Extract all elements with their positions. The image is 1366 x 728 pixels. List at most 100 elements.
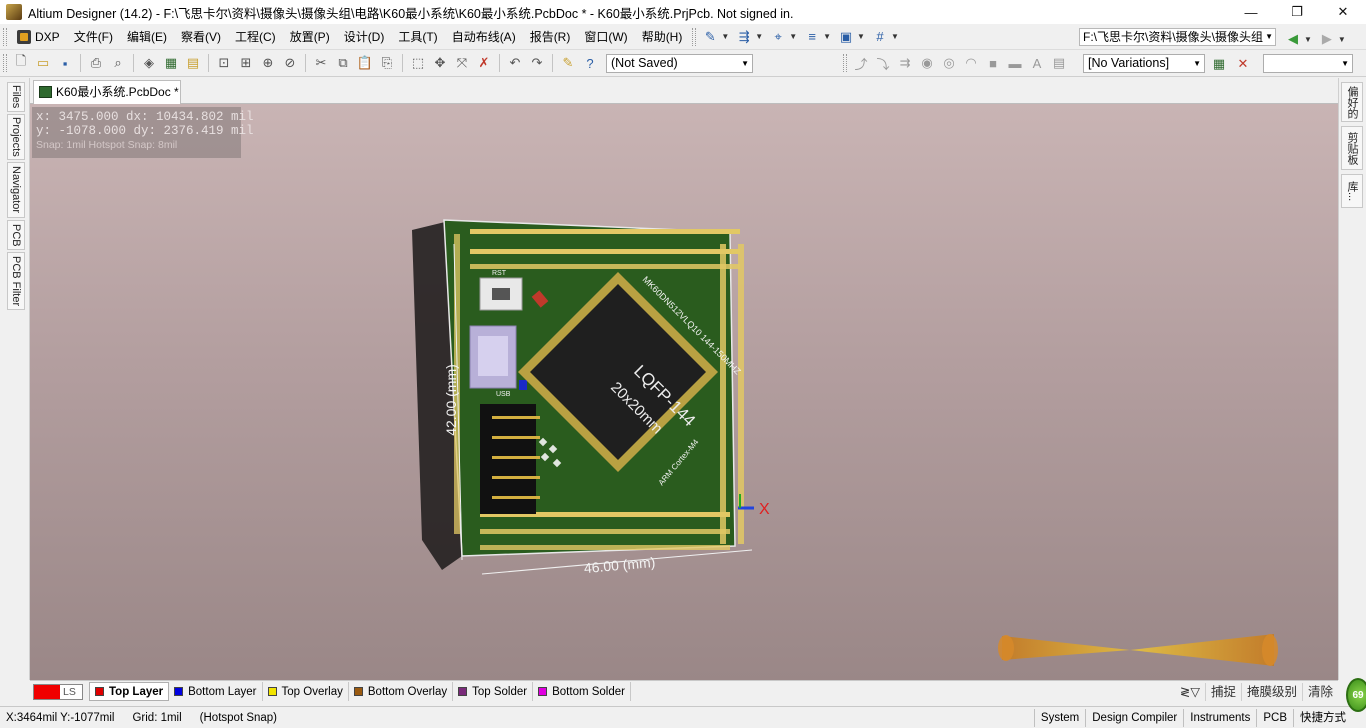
paste-icon[interactable]: 📋 (355, 53, 375, 73)
panel-tab-clipboard[interactable]: 剪贴板 (1341, 126, 1363, 170)
layer-tab-bottom-layer[interactable]: Bottom Layer (169, 682, 263, 701)
notification-badge-icon[interactable]: 69 (1346, 678, 1366, 712)
wiring-tool-icon[interactable]: ✎ (699, 26, 721, 48)
place-component-icon[interactable]: ▤ (1049, 53, 1069, 73)
layer-scroll-icon[interactable]: ≷▽ (1175, 683, 1205, 701)
menu-autoroute[interactable]: 自动布线(A) (445, 26, 523, 48)
toolbar-grip[interactable] (843, 54, 847, 72)
dropdown-arrow-icon[interactable]: ▼ (789, 32, 797, 41)
layer-tab-top-overlay[interactable]: Top Overlay (263, 682, 349, 701)
zoom-fit-icon[interactable]: ⊡ (214, 53, 234, 73)
grid-tool-icon[interactable]: # (869, 26, 891, 48)
menu-project[interactable]: 工程(C) (228, 26, 283, 48)
restore-button[interactable]: ❐ (1274, 0, 1320, 24)
back-arrow-icon[interactable]: ◀ (1282, 28, 1304, 50)
rubber-stamp-icon[interactable]: ⎘ (377, 53, 397, 73)
pcb-3d-canvas[interactable]: LQFP-144 20x20mm MK60DN512VLQ10 144-150M… (30, 104, 1338, 680)
align-tool-icon[interactable]: ⇶ (733, 26, 755, 48)
interactive-highlight-icon[interactable]: ✎ (558, 53, 578, 73)
menu-file[interactable]: 文件(F) (67, 26, 120, 48)
toolbar-grip[interactable] (3, 54, 7, 72)
variant-manager-icon[interactable]: ▦ (1209, 54, 1229, 74)
status-instruments-button[interactable]: Instruments (1183, 709, 1256, 727)
route-multiple-icon[interactable]: ⇉ (895, 53, 915, 73)
menu-dxp[interactable]: DXP (10, 26, 67, 48)
menu-place[interactable]: 放置(P) (283, 26, 337, 48)
dropdown-arrow-icon[interactable]: ▼ (1304, 35, 1312, 44)
cut-icon[interactable]: ✂ (311, 53, 331, 73)
panel-tab-favorites[interactable]: 偏好的 (1341, 82, 1363, 122)
room-tool-icon[interactable]: ▣ (835, 26, 857, 48)
clear-button[interactable]: 清除 (1301, 683, 1338, 701)
dropdown-arrow-icon[interactable]: ▼ (755, 32, 763, 41)
menu-design[interactable]: 设计(D) (337, 26, 392, 48)
open-document-icon[interactable]: ▤ (183, 53, 203, 73)
document-tab[interactable]: K60最小系统.PcbDoc * (33, 80, 181, 104)
route-track-icon[interactable]: ⤴ (851, 53, 871, 73)
clear-filter-icon[interactable]: ✗ (474, 53, 494, 73)
place-via-icon[interactable]: ◎ (939, 53, 959, 73)
chevron-down-icon[interactable]: ▼ (1193, 55, 1201, 72)
panel-tab-files[interactable]: Files (7, 82, 25, 112)
select-tool-icon[interactable]: ⌖ (767, 26, 789, 48)
zoom-selected-icon[interactable]: ⊕ (258, 53, 278, 73)
menu-reports[interactable]: 报告(R) (523, 26, 578, 48)
select-area-icon[interactable]: ⬚ (408, 53, 428, 73)
panel-tab-projects[interactable]: Projects (7, 114, 25, 160)
layer-tab-bottom-overlay[interactable]: Bottom Overlay (349, 682, 454, 701)
help-query-icon[interactable]: ? (580, 53, 600, 73)
toolbar-grip[interactable] (3, 27, 7, 46)
layer-tab-top-solder[interactable]: Top Solder (453, 682, 534, 701)
panel-tab-navigator[interactable]: Navigator (7, 162, 25, 218)
copy-icon[interactable]: ⧉ (333, 53, 353, 73)
place-string-icon[interactable]: A (1027, 53, 1047, 73)
move-icon[interactable]: ✥ (430, 53, 450, 73)
zoom-filter-icon[interactable]: ⊘ (280, 53, 300, 73)
current-layer-swatch[interactable]: LS (33, 683, 83, 700)
layer-tab-bottom-solder[interactable]: Bottom Solder (533, 682, 631, 701)
dropdown-arrow-icon[interactable]: ▼ (891, 32, 899, 41)
3d-layer-icon[interactable]: ◈ (139, 53, 159, 73)
redo-icon[interactable]: ↷ (527, 53, 547, 73)
menu-tools[interactable]: 工具(T) (391, 26, 444, 48)
place-polygon-icon[interactable]: ▬ (1005, 53, 1025, 73)
distribute-tool-icon[interactable]: ≡ (801, 26, 823, 48)
dropdown-arrow-icon[interactable]: ▼ (823, 32, 831, 41)
menu-edit[interactable]: 编辑(E) (120, 26, 174, 48)
saved-state-combo[interactable]: (Not Saved) ▼ (606, 54, 753, 73)
panel-tab-pcb-filter[interactable]: PCB Filter (7, 252, 25, 310)
variations-combo[interactable]: [No Variations] ▼ (1083, 54, 1205, 73)
deselect-icon[interactable]: ⤧ (452, 53, 472, 73)
forward-arrow-icon[interactable]: ▶ (1316, 28, 1338, 50)
menu-view[interactable]: 察看(V) (174, 26, 228, 48)
toolbar-grip[interactable] (692, 27, 697, 46)
panel-tab-pcb[interactable]: PCB (7, 220, 25, 250)
new-file-icon[interactable]: 🗋 (11, 53, 31, 73)
dropdown-arrow-icon[interactable]: ▼ (1338, 35, 1346, 44)
mask-level-button[interactable]: 掩膜级别 (1240, 683, 1302, 701)
panel-tab-libraries[interactable]: 库... (1341, 174, 1363, 208)
snap-button[interactable]: 捕捉 (1204, 683, 1241, 701)
zoom-area-icon[interactable]: ⊞ (236, 53, 256, 73)
layer-tab-top-layer[interactable]: Top Layer (89, 682, 170, 701)
status-shortcuts-button[interactable]: 快捷方式 (1293, 709, 1352, 727)
menu-help[interactable]: 帮助(H) (635, 26, 690, 48)
chevron-down-icon[interactable]: ▼ (1341, 55, 1349, 72)
status-pcb-button[interactable]: PCB (1256, 709, 1293, 727)
menu-window[interactable]: 窗口(W) (577, 26, 634, 48)
print-icon[interactable]: ⎙ (86, 53, 106, 73)
variant-delete-icon[interactable]: ✕ (1233, 54, 1253, 74)
undo-icon[interactable]: ↶ (505, 53, 525, 73)
close-button[interactable]: ✕ (1320, 0, 1366, 24)
print-preview-icon[interactable]: ⌕ (108, 53, 128, 73)
dropdown-arrow-icon[interactable]: ▼ (857, 32, 865, 41)
place-pad-icon[interactable]: ◉ (917, 53, 937, 73)
place-arc-icon[interactable]: ◠ (961, 53, 981, 73)
status-system-button[interactable]: System (1033, 709, 1085, 727)
chevron-down-icon[interactable]: ▼ (1265, 29, 1273, 45)
pcb-board-icon[interactable]: ▦ (161, 53, 181, 73)
save-icon[interactable]: ▪ (55, 53, 75, 73)
blank-combo[interactable]: ▼ (1263, 54, 1353, 73)
open-folder-icon[interactable]: ▭ (33, 53, 53, 73)
route-diff-pair-icon[interactable]: ⤵ (873, 53, 893, 73)
